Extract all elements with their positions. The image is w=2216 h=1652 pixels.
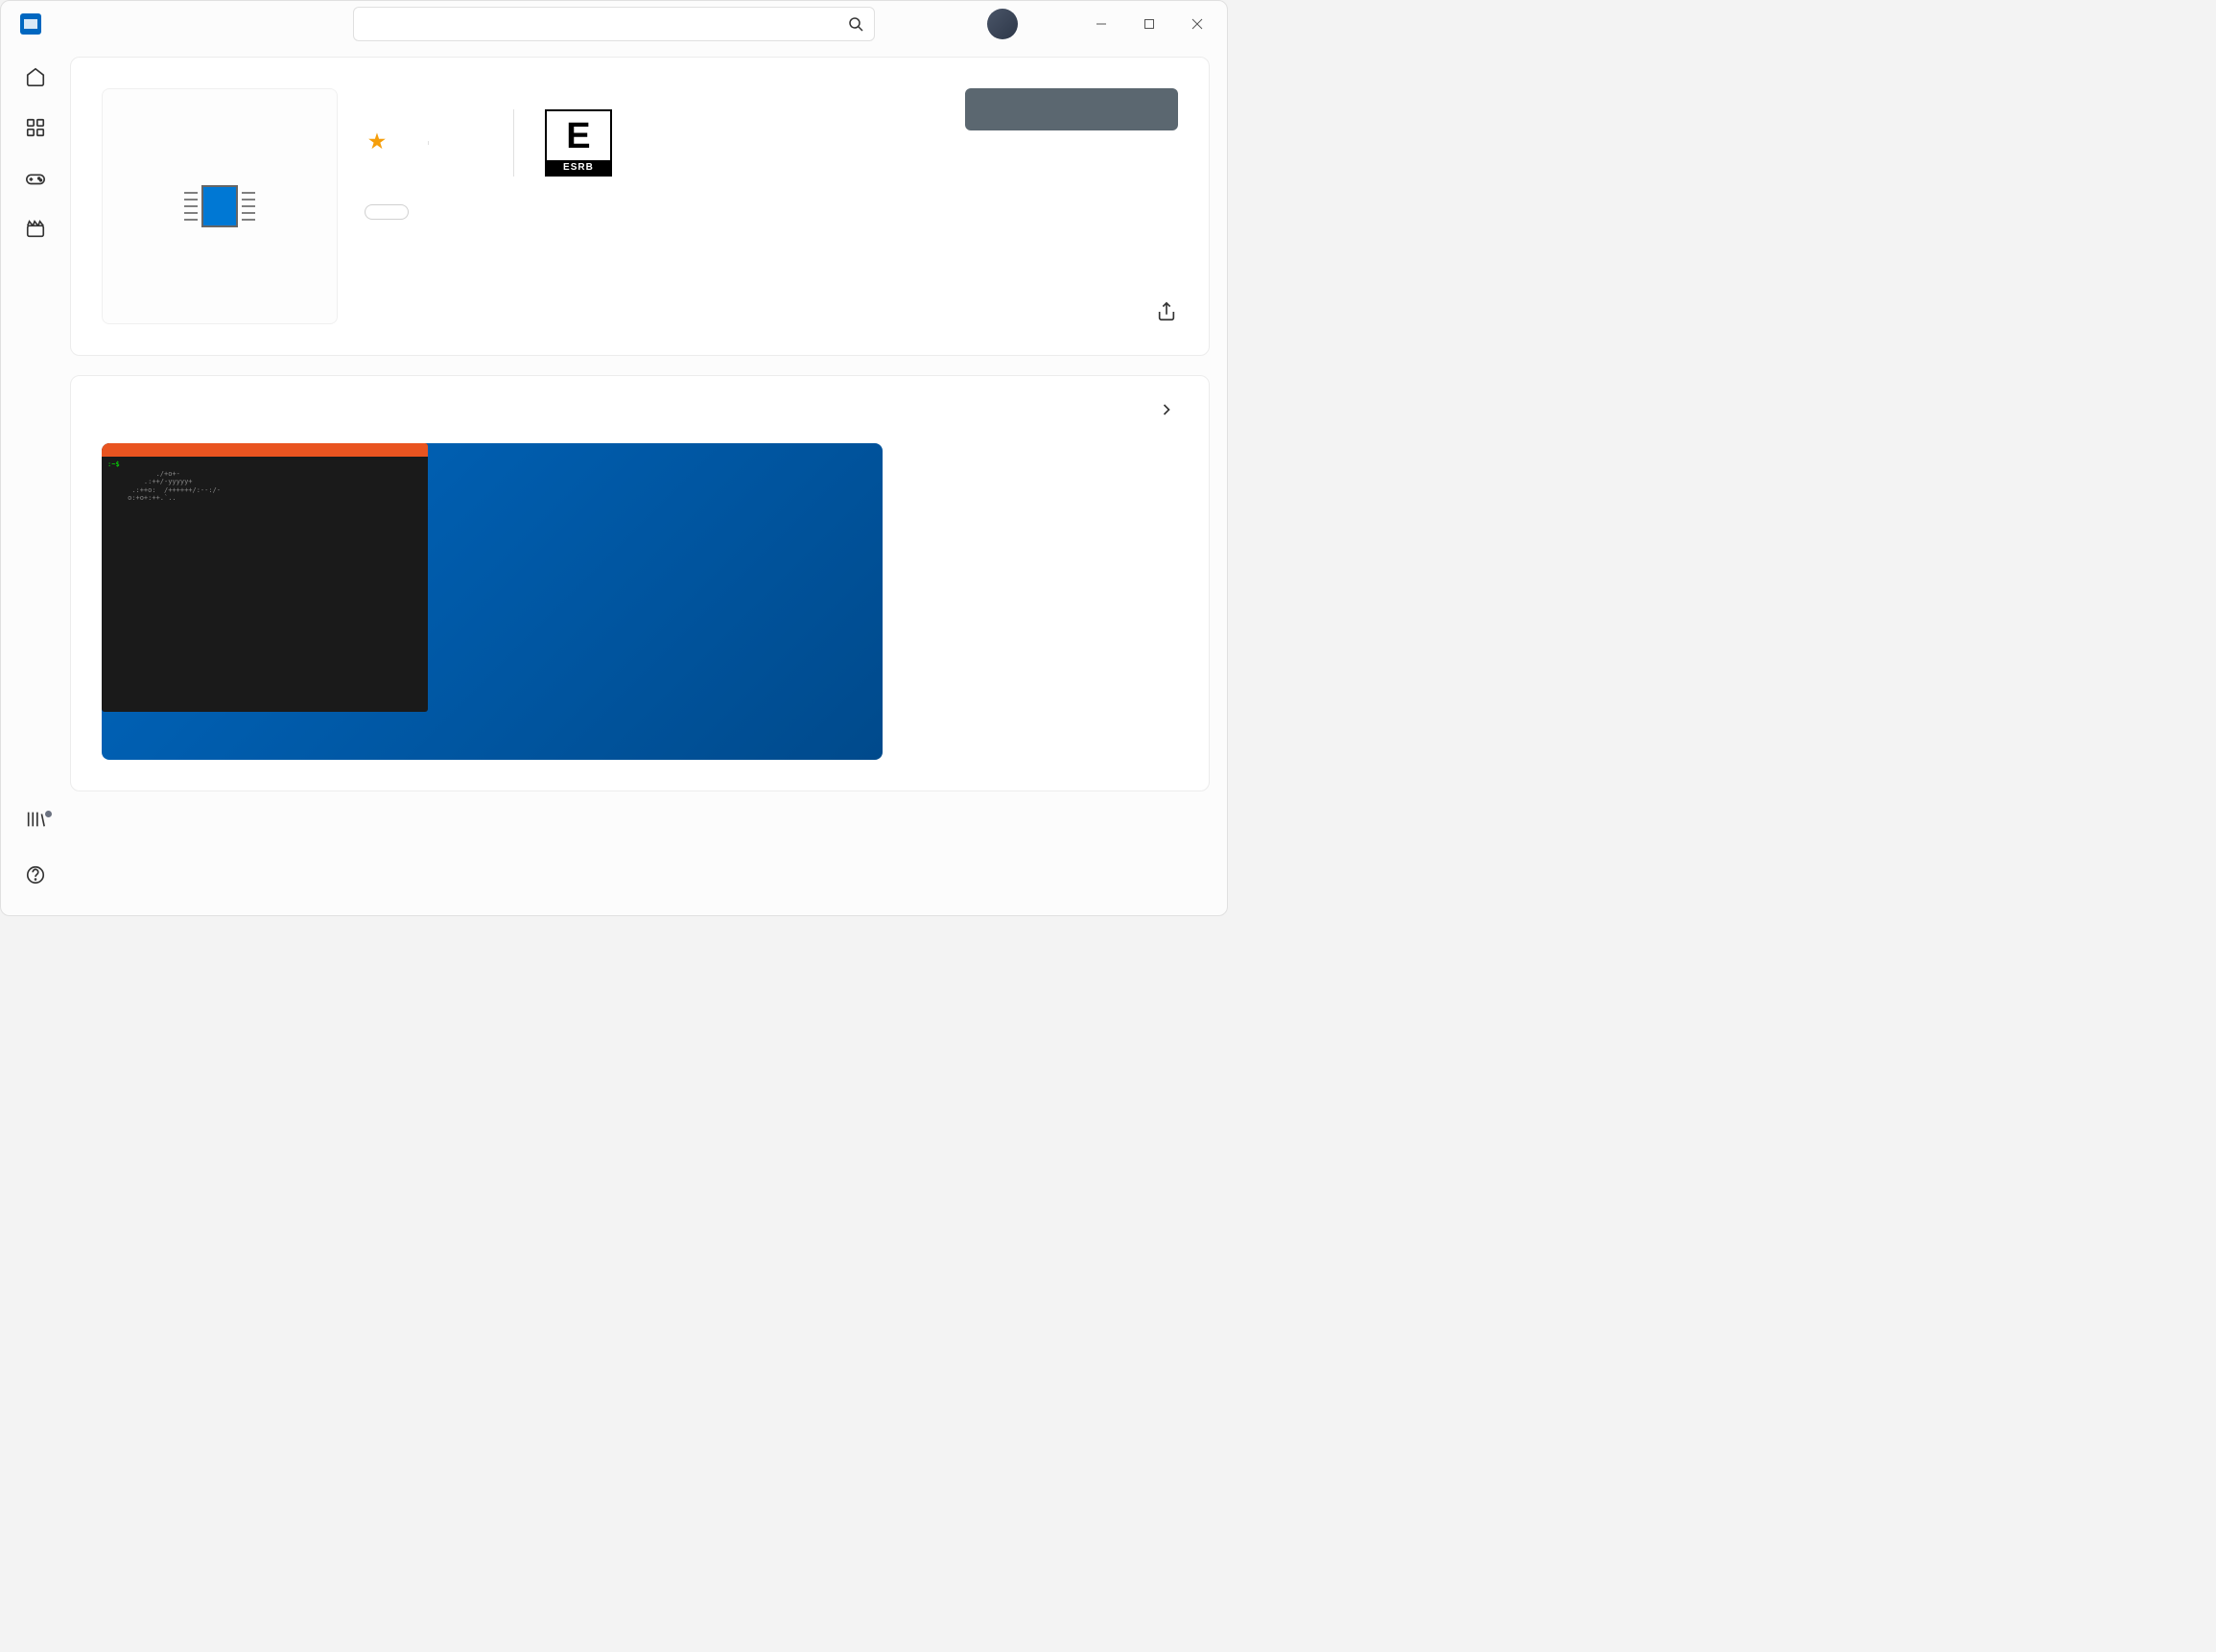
avatar[interactable]	[987, 9, 1018, 39]
esrb-badge-icon: E ESRB	[545, 109, 612, 177]
sidebar-item-movies[interactable]	[1, 209, 70, 260]
apps-icon	[25, 117, 46, 138]
home-icon	[25, 66, 46, 87]
app-window: ★ E ESRB	[0, 0, 1228, 916]
maximize-button[interactable]	[1127, 9, 1171, 39]
sidebar-item-home[interactable]	[1, 57, 70, 107]
content[interactable]: ★ E ESRB	[70, 47, 1227, 915]
main-area: ★ E ESRB	[1, 47, 1227, 915]
sidebar	[1, 47, 70, 915]
search-icon[interactable]	[846, 14, 865, 34]
share-icon[interactable]	[1155, 301, 1178, 324]
movies-icon	[25, 219, 46, 240]
screenshot-thumbnail[interactable]: :~$ ./+o+- .:++/-yyyyy+ .:++o: /++++++/:…	[102, 443, 883, 760]
chevron-right-icon[interactable]	[1155, 399, 1178, 422]
star-icon: ★	[368, 130, 386, 153]
section-header	[102, 399, 1178, 422]
titlebar-right	[987, 9, 1219, 39]
help-icon	[25, 864, 46, 885]
rating-block: ★	[365, 130, 428, 157]
gaming-icon	[25, 168, 46, 189]
sidebar-item-apps[interactable]	[1, 107, 70, 158]
get-button[interactable]	[965, 88, 1178, 130]
esrb-block: E ESRB	[513, 109, 627, 177]
hero-right	[965, 88, 1178, 324]
app-icon	[102, 88, 338, 324]
sidebar-item-help[interactable]	[1, 855, 70, 906]
screenshots-card: :~$ ./+o+- .:++/-yyyyy+ .:++o: /++++++/:…	[70, 375, 1210, 791]
close-button[interactable]	[1175, 9, 1219, 39]
ratings-count-block	[428, 141, 513, 145]
sidebar-bottom	[1, 799, 70, 906]
hero-details: ★ E ESRB	[365, 88, 938, 324]
library-icon	[25, 809, 46, 830]
store-icon	[20, 13, 41, 35]
stats-row: ★ E ESRB	[365, 109, 938, 177]
search-input[interactable]	[353, 7, 875, 41]
category-tag[interactable]	[365, 204, 409, 220]
minimize-button[interactable]	[1079, 9, 1123, 39]
sidebar-item-library[interactable]	[1, 799, 70, 855]
sidebar-item-gaming[interactable]	[1, 158, 70, 209]
titlebar	[1, 1, 1227, 47]
titlebar-left	[9, 13, 55, 35]
search-container	[353, 7, 875, 41]
app-hero-card: ★ E ESRB	[70, 57, 1210, 356]
screenshots-row[interactable]: :~$ ./+o+- .:++/-yyyyy+ .:++o: /++++++/:…	[102, 443, 1178, 760]
library-badge-dot	[45, 811, 52, 817]
